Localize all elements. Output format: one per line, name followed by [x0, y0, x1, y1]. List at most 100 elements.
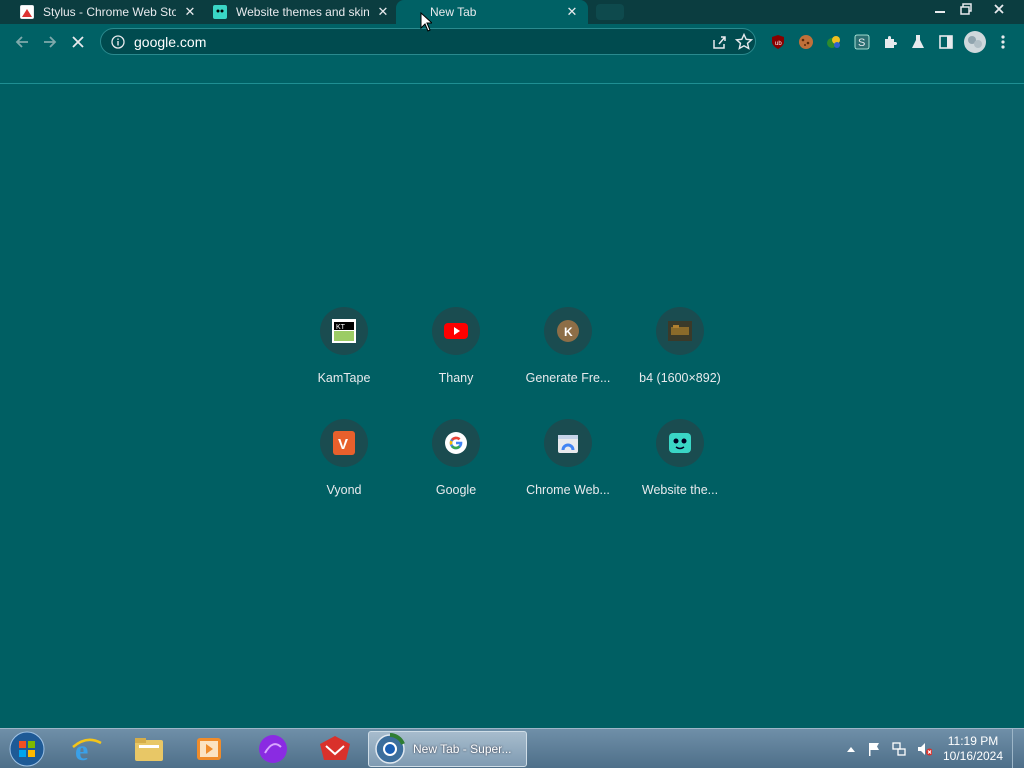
shortcut-generate-free[interactable]: K Generate Fre... [512, 307, 624, 419]
close-tab-icon[interactable]: ✕ [182, 4, 198, 20]
shortcut-label: Thany [438, 371, 474, 385]
internet-explorer-taskbar-button[interactable]: e [60, 731, 114, 767]
taskbar-chrome-task[interactable]: New Tab - Super... [368, 731, 527, 767]
shortcut-google[interactable]: Google [400, 419, 512, 531]
extensions-puzzle-icon[interactable] [881, 33, 899, 51]
b4-image-icon [668, 319, 692, 343]
purple-orb-icon [259, 735, 287, 763]
tab-title: New Tab [430, 5, 477, 19]
tab-stylus[interactable]: Stylus - Chrome Web Store ✕ [12, 0, 198, 24]
windows-taskbar: e New Tab - Super... 11:19 PM 10/16/2024 [0, 728, 1024, 768]
bookmark-star-icon[interactable] [735, 33, 753, 51]
close-icon [994, 4, 1004, 14]
minimize-button[interactable] [926, 0, 954, 18]
shortcut-label: Generate Fre... [525, 371, 611, 385]
restore-icon [960, 3, 972, 15]
shortcut-website-themes[interactable]: Website the... [624, 419, 736, 531]
volume-muted-icon [918, 743, 932, 756]
internet-explorer-icon: e [72, 734, 102, 765]
colorful-ext-icon[interactable] [825, 33, 843, 51]
shortcut-tile [544, 419, 592, 467]
shortcut-tile [432, 307, 480, 355]
shortcut-label: Vyond [326, 483, 362, 497]
network-icon [892, 742, 906, 756]
youtube-icon [444, 319, 468, 343]
svg-text:e: e [75, 734, 88, 765]
red-fox-app-icon [320, 736, 350, 760]
chrome-menu-icon[interactable] [994, 33, 1012, 51]
tab-strip: Stylus - Chrome Web Store ✕ Website them… [0, 0, 1024, 24]
google-icon [444, 431, 468, 455]
back-button[interactable] [12, 32, 32, 52]
browser-toolbar: google.com ub S [0, 24, 1024, 60]
share-icon[interactable] [711, 34, 727, 50]
shortcut-thany[interactable]: Thany [400, 307, 512, 419]
mouse-cursor-icon [420, 12, 432, 32]
vyond-icon: V [332, 431, 356, 455]
svg-text:S: S [858, 37, 865, 49]
profile-avatar[interactable] [963, 30, 987, 54]
media-player-icon [197, 738, 221, 760]
stop-loading-button[interactable] [68, 32, 88, 52]
forward-button[interactable] [40, 32, 60, 52]
windows-start-orb-icon [9, 731, 45, 767]
show-desktop-button[interactable] [1012, 729, 1024, 768]
close-tab-icon[interactable]: ✕ [375, 4, 391, 20]
close-window-button[interactable] [982, 0, 1016, 18]
stop-x-icon [72, 36, 84, 48]
shortcut-label: b4 (1600×892) [639, 371, 721, 385]
shortcut-tile [432, 419, 480, 467]
side-panel-icon[interactable] [937, 33, 955, 51]
omnibox[interactable]: google.com [100, 28, 756, 55]
shortcut-label: Chrome Web... [526, 483, 610, 497]
red-app-taskbar-button[interactable] [308, 731, 362, 767]
kamtape-icon: KT [332, 319, 356, 343]
site-info-icon[interactable] [111, 35, 125, 49]
volume-tray[interactable] [916, 741, 932, 757]
purple-app-taskbar-button[interactable] [246, 731, 300, 767]
shortcut-tile: V [320, 419, 368, 467]
taskbar-clock[interactable]: 11:19 PM 10/16/2024 [936, 734, 1010, 764]
shortcut-tile [656, 307, 704, 355]
bookmarks-bar [0, 60, 1024, 84]
taskbar-task-label: New Tab - Super... [413, 742, 512, 756]
network-tray[interactable] [891, 741, 907, 757]
media-player-taskbar-button[interactable] [182, 731, 236, 767]
folder-icon [135, 738, 163, 761]
s-extension-icon[interactable]: S [853, 33, 871, 51]
shortcut-kamtape[interactable]: KT KamTape [288, 307, 400, 419]
file-explorer-taskbar-button[interactable] [122, 731, 176, 767]
website-themes-favicon-icon [213, 5, 227, 19]
labs-flask-icon[interactable] [909, 33, 927, 51]
ublock-icon[interactable]: ub [769, 33, 787, 51]
new-tab-button[interactable] [596, 4, 624, 20]
clock-time: 11:19 PM [947, 734, 999, 748]
svg-text:KT: KT [336, 324, 346, 331]
shortcut-label: Google [435, 483, 477, 497]
flag-icon [869, 743, 879, 756]
website-themes-icon [668, 431, 692, 455]
shortcut-label: Website the... [641, 483, 719, 497]
start-button[interactable] [0, 731, 54, 767]
svg-text:K: K [564, 325, 573, 339]
svg-text:V: V [338, 436, 348, 453]
show-hidden-icons-button[interactable] [843, 741, 859, 757]
shortcut-b4[interactable]: b4 (1600×892) [624, 307, 736, 419]
chrome-icon [375, 733, 405, 764]
shortcut-tile [656, 419, 704, 467]
close-tab-icon[interactable]: ✕ [564, 4, 580, 20]
url-text[interactable]: google.com [134, 34, 206, 50]
restore-button[interactable] [952, 0, 980, 18]
shortcut-label: KamTape [317, 371, 371, 385]
action-center-tray[interactable] [866, 741, 882, 757]
cookie-icon[interactable] [797, 33, 815, 51]
stylus-favicon-icon [20, 5, 34, 19]
shortcut-tile: KT [320, 307, 368, 355]
k-letter-icon: K [556, 319, 580, 343]
tab-website-themes[interactable]: Website themes and skins ✕ [205, 0, 391, 24]
shortcut-chrome-web-store[interactable]: Chrome Web... [512, 419, 624, 531]
chrome-web-store-icon [556, 431, 580, 455]
minimize-icon [935, 11, 945, 13]
chevron-up-icon [847, 747, 855, 752]
shortcut-vyond[interactable]: V Vyond [288, 419, 400, 531]
